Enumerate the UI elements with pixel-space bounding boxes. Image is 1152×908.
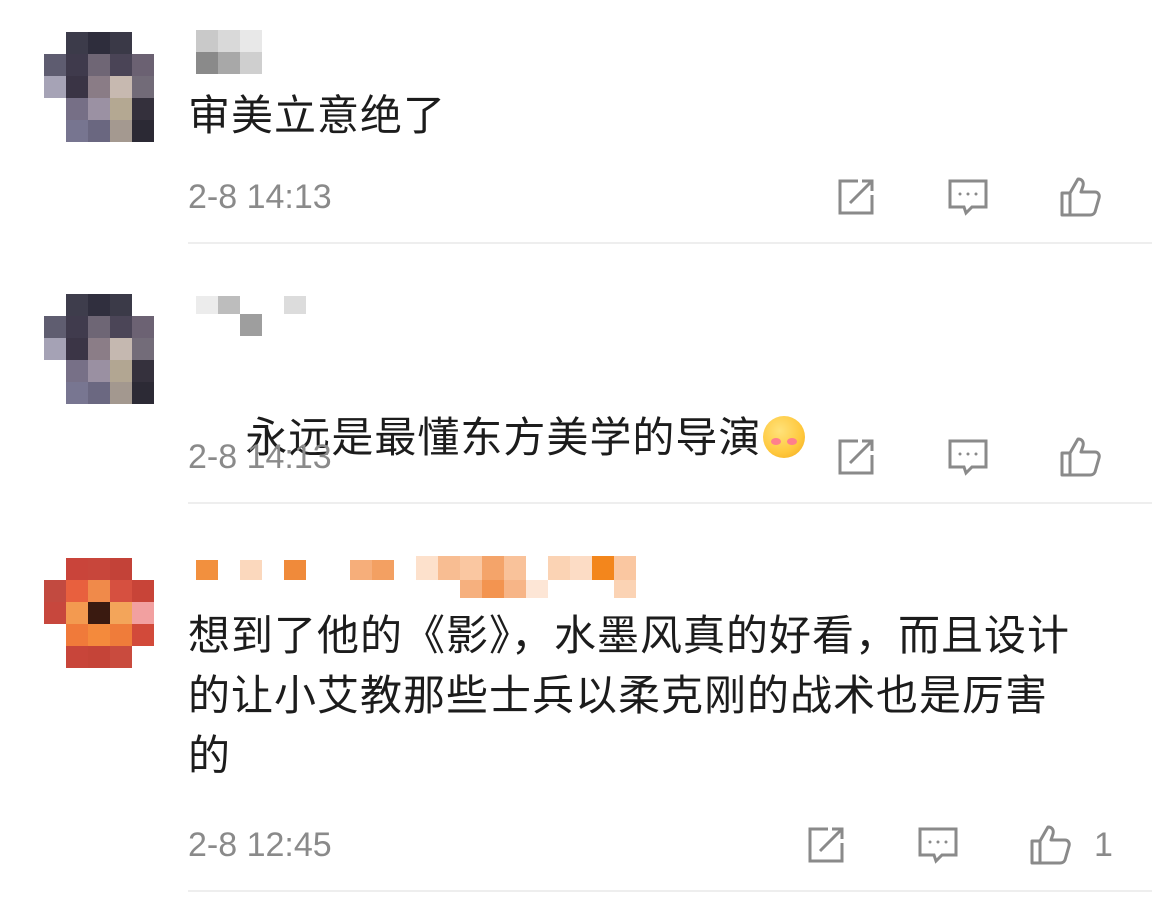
comment-time: 2-8 14:13 xyxy=(188,438,332,476)
comment-meta: 2-8 12:45 1 xyxy=(188,820,1118,870)
comment-icon[interactable] xyxy=(946,175,990,219)
comment-time: 2-8 14:13 xyxy=(188,178,332,216)
thumbs-up-icon[interactable] xyxy=(1058,175,1102,219)
comment-meta: 2-8 14:13 xyxy=(188,432,1118,482)
comment-time: 2-8 12:45 xyxy=(188,826,332,864)
thumbs-up-icon[interactable] xyxy=(1028,823,1072,867)
share-icon[interactable] xyxy=(834,175,878,219)
avatar[interactable] xyxy=(44,294,154,404)
avatar[interactable] xyxy=(44,558,154,668)
comment-meta: 2-8 14:13 xyxy=(188,172,1118,222)
comment-icon[interactable] xyxy=(916,823,960,867)
comment-text: 审美立意绝了 xyxy=(188,91,447,140)
username-blurred[interactable] xyxy=(196,292,316,342)
divider xyxy=(188,890,1152,892)
divider xyxy=(188,502,1152,504)
comment-icon[interactable] xyxy=(946,435,990,479)
share-icon[interactable] xyxy=(804,823,848,867)
avatar[interactable] xyxy=(44,32,154,142)
share-icon[interactable] xyxy=(834,435,878,479)
thumbs-up-icon[interactable] xyxy=(1058,435,1102,479)
comment-text: 想到了他的《影》，水墨风真的好看，而且设计的让小艾教那些士兵以柔克刚的战术也是厉… xyxy=(188,611,1071,780)
username-blurred[interactable] xyxy=(196,556,646,606)
username-blurred[interactable] xyxy=(196,30,266,80)
divider xyxy=(188,242,1152,244)
like-count: 1 xyxy=(1094,826,1113,864)
